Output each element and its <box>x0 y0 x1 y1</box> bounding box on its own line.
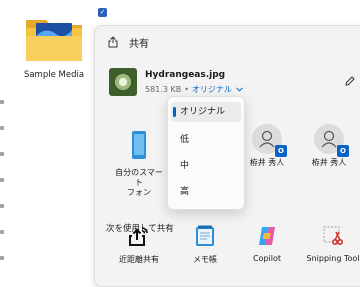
app-notepad[interactable]: メモ帳 <box>175 224 235 265</box>
folder-label: Sample Media <box>23 70 85 80</box>
panel-header: 共有 <box>107 34 149 50</box>
file-size: 581.3 KB <box>145 85 182 94</box>
app-label: 近距離共有 <box>119 255 159 264</box>
quality-selector[interactable]: オリジナル <box>192 85 232 94</box>
contact-label-line1: 自分のスマート <box>115 168 163 187</box>
app-nearby-share[interactable]: 近距離共有 <box>109 224 169 265</box>
share-icon <box>108 36 118 48</box>
edit-button[interactable] <box>341 72 359 90</box>
phone-icon <box>132 131 146 159</box>
copilot-icon <box>259 227 275 245</box>
avatar: O <box>314 124 349 157</box>
panel-title: 共有 <box>129 38 149 50</box>
contact-label-line2: フォン <box>127 188 151 197</box>
avatar: O <box>252 124 287 157</box>
file-meta: 581.3 KB • オリジナル <box>145 84 244 95</box>
outlook-badge-icon: O <box>275 145 287 157</box>
chevron-down-icon[interactable] <box>236 87 244 92</box>
nearby-share-icon <box>129 227 148 246</box>
quality-dropdown: オリジナル 低 中 高 <box>167 96 245 210</box>
contact-my-phone[interactable]: 自分のスマート フォン <box>113 130 165 198</box>
contact-name: 栫井 秀人 <box>249 158 285 167</box>
snipping-tool-icon <box>323 226 343 246</box>
left-edge-markers <box>0 96 6 270</box>
app-label: メモ帳 <box>193 255 217 264</box>
folder-icon <box>26 20 82 61</box>
quality-option-low[interactable]: 低 <box>171 130 241 150</box>
quality-option-medium[interactable]: 中 <box>171 156 241 176</box>
desktop-folder[interactable]: Sample Media <box>18 12 90 84</box>
app-snipping-tool[interactable]: Snipping Tool <box>301 224 360 263</box>
meta-separator: • <box>184 85 189 94</box>
contact-person[interactable]: O 栫井 秀人 <box>245 124 289 168</box>
app-label: Snipping Tool <box>306 254 360 263</box>
app-label: Copilot <box>252 254 282 263</box>
checkbox[interactable]: ✓ <box>98 8 107 17</box>
pencil-icon <box>345 76 355 86</box>
file-card: Hydrangeas.jpg 581.3 KB • オリジナル <box>109 68 329 98</box>
file-thumbnail <box>109 68 137 96</box>
app-copilot[interactable]: Copilot <box>237 224 297 263</box>
file-name: Hydrangeas.jpg <box>145 70 226 80</box>
contact-person[interactable]: O 栫井 秀人 <box>307 124 351 168</box>
notepad-icon <box>196 225 214 246</box>
quality-option-original[interactable]: オリジナル <box>171 102 241 122</box>
quality-option-high[interactable]: 高 <box>171 182 241 202</box>
contact-name: 栫井 秀人 <box>311 158 347 167</box>
outlook-badge-icon: O <box>337 145 349 157</box>
